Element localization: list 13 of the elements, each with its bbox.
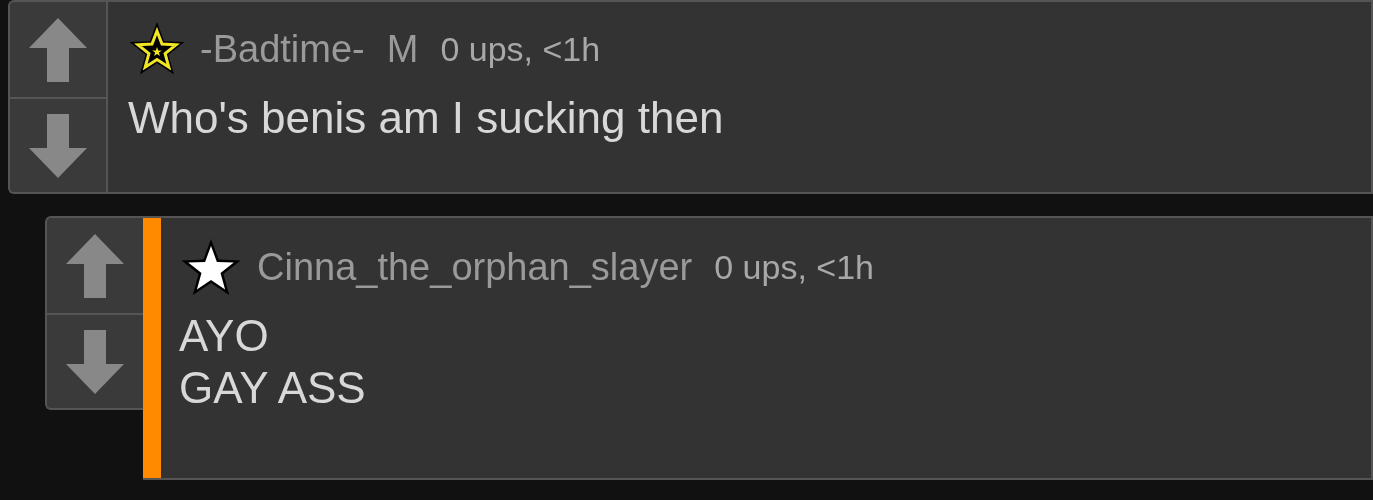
up-arrow-icon [66, 233, 124, 298]
comment-meta: 0 ups, <1h [714, 247, 874, 287]
username[interactable]: -Badtime- [200, 27, 365, 71]
star-icon [128, 21, 186, 77]
up-arrow-icon [29, 17, 87, 82]
comment-text: GAY ASS [179, 362, 367, 414]
username[interactable]: Cinna_the_orphan_slayer [257, 245, 693, 289]
comment-text: AYO [179, 310, 270, 362]
comment-text: Who's benis am I sucking then [128, 92, 724, 144]
comment-meta: 0 ups, <1h [440, 29, 601, 69]
down-arrow-icon [66, 329, 124, 394]
down-arrow-icon [29, 113, 87, 178]
user-flair: M [386, 27, 419, 71]
